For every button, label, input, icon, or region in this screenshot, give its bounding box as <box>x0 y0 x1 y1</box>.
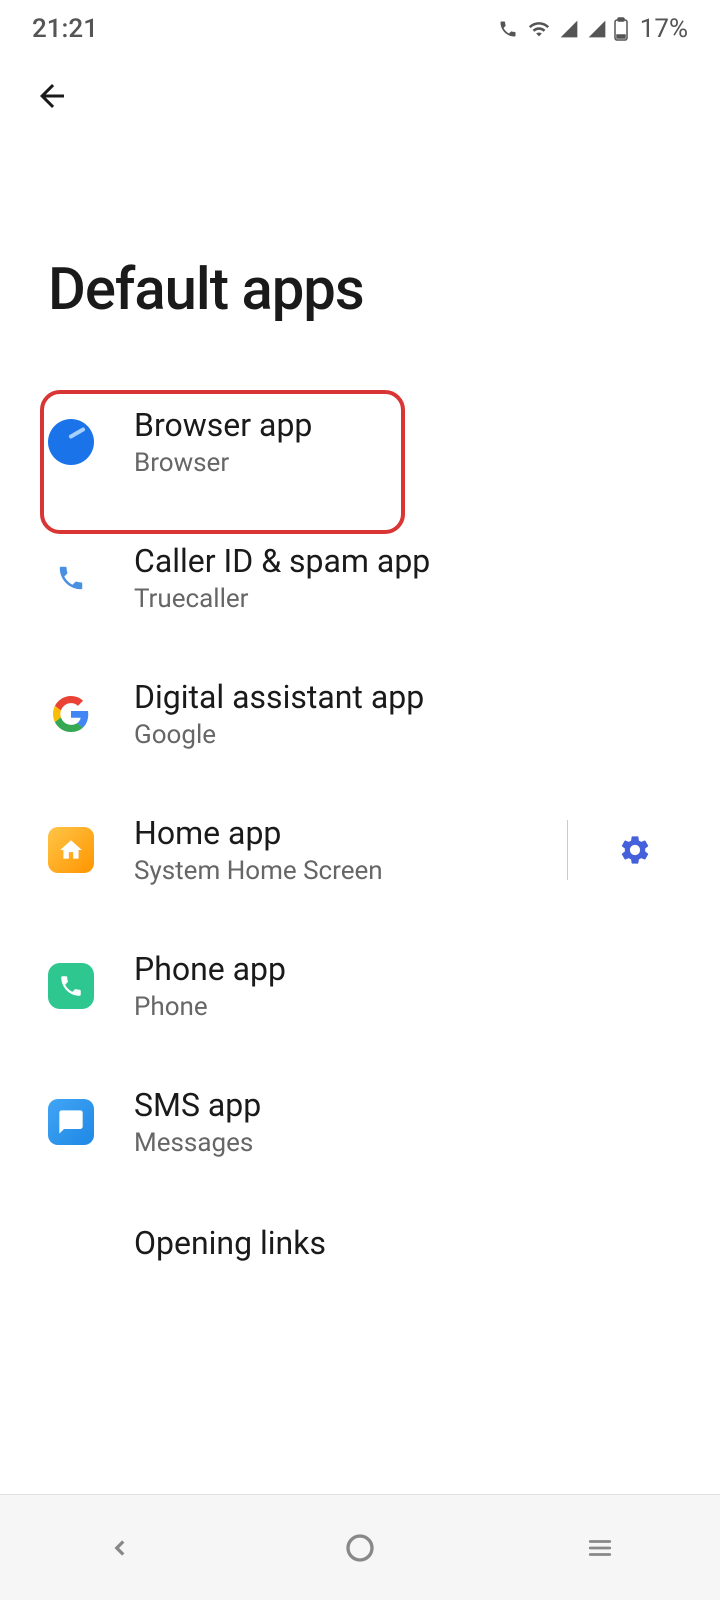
item-title: Phone app <box>134 950 672 988</box>
volte-icon <box>496 19 520 39</box>
battery-percent: 17% <box>640 14 688 44</box>
nav-recents-button[interactable] <box>575 1523 625 1573</box>
item-subtitle: Phone <box>134 992 672 1022</box>
list-item-phone-app[interactable]: Phone app Phone <box>0 918 720 1054</box>
nav-back-button[interactable] <box>95 1523 145 1573</box>
list-text: Home app System Home Screen <box>134 814 557 886</box>
nav-home-button[interactable] <box>335 1523 385 1573</box>
list-item-opening-links[interactable]: Opening links <box>0 1190 720 1300</box>
item-title: Home app <box>134 814 557 852</box>
list-text: Browser app Browser <box>134 406 672 478</box>
browser-icon <box>48 419 94 465</box>
home-icon <box>48 827 94 873</box>
status-right: 17% <box>496 14 688 44</box>
messages-icon <box>48 1099 94 1145</box>
item-subtitle: Browser <box>134 448 672 478</box>
list-item-browser-app[interactable]: Browser app Browser <box>0 374 720 510</box>
list-item-home-app[interactable]: Home app System Home Screen <box>0 782 720 918</box>
wifi-icon <box>526 18 552 40</box>
item-subtitle: Truecaller <box>134 584 672 614</box>
arrow-back-icon <box>34 78 70 114</box>
list-text: Caller ID & spam app Truecaller <box>134 542 672 614</box>
back-button[interactable] <box>32 76 72 116</box>
item-title: Caller ID & spam app <box>134 542 672 580</box>
item-title: Digital assistant app <box>134 678 672 716</box>
item-title: Opening links <box>134 1224 672 1262</box>
list-text: Digital assistant app Google <box>134 678 672 750</box>
list-text: Phone app Phone <box>134 950 672 1022</box>
item-title: SMS app <box>134 1086 672 1124</box>
status-bar: 21:21 17% <box>0 0 720 58</box>
status-icons <box>496 17 628 41</box>
status-time: 21:21 <box>32 14 98 44</box>
item-subtitle: Messages <box>134 1128 672 1158</box>
gear-icon <box>618 833 652 867</box>
signal-icon-2 <box>586 19 608 39</box>
phone-icon <box>48 963 94 1009</box>
nav-back-icon <box>107 1531 133 1565</box>
app-header <box>0 58 720 116</box>
page-title: Default apps <box>0 116 720 374</box>
nav-recents-icon <box>585 1535 615 1561</box>
item-title: Browser app <box>134 406 672 444</box>
home-settings-button[interactable] <box>567 820 672 880</box>
list-text: Opening links <box>134 1224 672 1266</box>
truecaller-icon <box>48 555 94 601</box>
item-subtitle: Google <box>134 720 672 750</box>
nav-home-icon <box>344 1532 376 1564</box>
list-item-digital-assistant[interactable]: Digital assistant app Google <box>0 646 720 782</box>
google-icon <box>48 691 94 737</box>
list-item-caller-id[interactable]: Caller ID & spam app Truecaller <box>0 510 720 646</box>
navigation-bar <box>0 1494 720 1600</box>
battery-icon <box>614 17 628 41</box>
signal-icon-1 <box>558 19 580 39</box>
list-item-sms-app[interactable]: SMS app Messages <box>0 1054 720 1190</box>
list-text: SMS app Messages <box>134 1086 672 1158</box>
item-subtitle: System Home Screen <box>134 856 557 886</box>
